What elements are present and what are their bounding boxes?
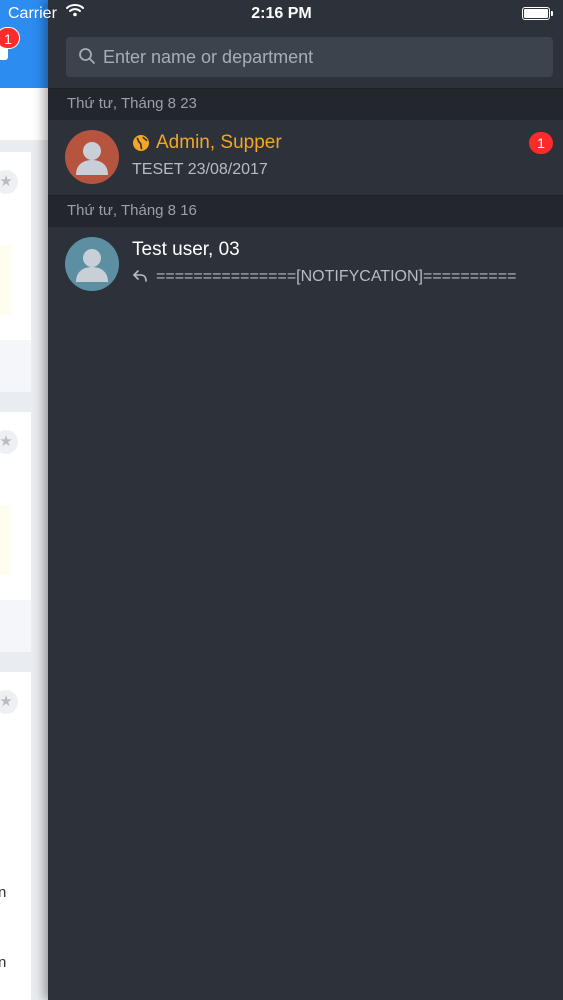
reply-icon (132, 268, 148, 289)
avatar (65, 130, 119, 184)
conversation-item[interactable]: Admin, Supper TESET 23/08/2017 1 (48, 120, 563, 194)
background-app-toolbar (0, 88, 48, 140)
background-card-footer (0, 340, 31, 392)
background-text-fragment: n (0, 884, 7, 901)
section-date-header: Thứ tư, Tháng 8 16 (48, 195, 563, 227)
globe-icon (132, 134, 150, 157)
background-app[interactable]: 1 ★ ★ ★ n n (0, 0, 48, 1000)
battery-tip (551, 11, 553, 16)
notification-badge: 1 (0, 27, 20, 49)
unread-badge: 1 (529, 132, 553, 154)
search-icon (78, 47, 96, 70)
background-text-fragment: n (0, 954, 7, 971)
battery-icon (522, 7, 550, 20)
conversation-name: Admin, Supper (156, 132, 282, 153)
section-date-header: Thứ tư, Tháng 8 23 (48, 88, 563, 120)
background-card[interactable] (0, 672, 31, 1000)
conversation-preview: ===============[NOTIFYCATION]========== (156, 268, 517, 285)
background-card-content (0, 245, 12, 315)
avatar (65, 237, 119, 291)
search-placeholder: Enter name or department (103, 47, 314, 67)
status-bar: Carrier 2:16 PM (0, 0, 563, 30)
clock: 2:16 PM (251, 5, 312, 22)
background-card-footer (0, 600, 31, 652)
conversation-name: Test user, 03 (132, 239, 240, 260)
conversation-preview: TESET 23/08/2017 (132, 161, 268, 178)
search-input[interactable]: Enter name or department (66, 37, 553, 77)
conversation-drawer: Enter name or department Thứ tư, Tháng 8… (48, 0, 563, 1000)
background-card-content (0, 505, 12, 575)
conversation-item[interactable]: Test user, 03 ===============[NOTIFYCATI… (48, 227, 563, 301)
